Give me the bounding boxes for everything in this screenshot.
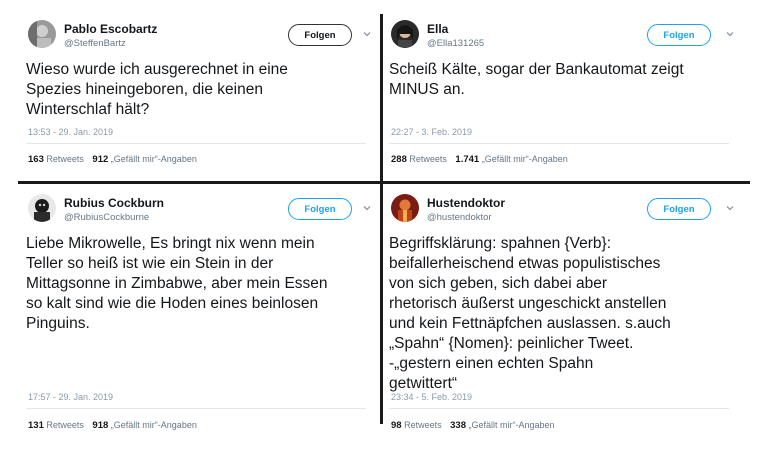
follow-button[interactable]: Folgen (647, 24, 711, 46)
chevron-down-icon[interactable] (362, 203, 372, 213)
user-handle[interactable]: @RubiusCockburne (64, 212, 164, 224)
display-name[interactable]: Pablo Escobartz (64, 22, 157, 36)
retweet-count[interactable]: 288 (391, 154, 407, 165)
retweet-label[interactable]: Retweets (46, 154, 84, 164)
display-name[interactable]: Ella (427, 22, 484, 36)
stats-divider (389, 408, 729, 409)
avatar[interactable] (391, 194, 419, 222)
tweet-header: Pablo Escobartz @SteffenBartz Folgen (26, 12, 376, 52)
tweet-stats: 288 Retweets 1.741 „Gefällt mir“-Angaben (391, 154, 568, 165)
retweet-label[interactable]: Retweets (46, 420, 84, 430)
follow-button[interactable]: Folgen (647, 198, 711, 220)
retweet-label[interactable]: Retweets (409, 154, 447, 164)
chevron-down-icon[interactable] (362, 29, 372, 39)
follow-button[interactable]: Folgen (288, 198, 352, 220)
user-handle[interactable]: @Ella131265 (427, 38, 484, 50)
like-label[interactable]: „Gefällt mir“-Angaben (111, 420, 197, 430)
tweet-timestamp[interactable]: 23:34 - 5. Feb. 2019 (391, 392, 472, 402)
tweet-stats: 163 Retweets 912 „Gefällt mir“-Angaben (28, 154, 197, 165)
tweet-timestamp[interactable]: 22:27 - 3. Feb. 2019 (391, 127, 472, 137)
tweet-text: Liebe Mikrowelle, Es bringt nix wenn mei… (26, 235, 328, 332)
tweet-header: Hustendoktor @hustendoktor Folgen (389, 186, 739, 226)
like-count[interactable]: 918 (92, 420, 108, 431)
tweet-text: Wieso wurde ich ausgerechnet in eine Spe… (26, 61, 288, 118)
avatar[interactable] (28, 194, 56, 222)
vertical-divider (380, 14, 383, 424)
tweet-text: Begriffsklärung: spahnen {Verb}: beifall… (389, 235, 671, 392)
user-handle[interactable]: @hustendoktor (427, 212, 505, 224)
tweet-timestamp[interactable]: 13:53 - 29. Jan. 2019 (28, 127, 113, 137)
follow-button[interactable]: Folgen (288, 24, 352, 46)
tweet-stats: 98 Retweets 338 „Gefällt mir“-Angaben (391, 420, 555, 431)
like-count[interactable]: 1.741 (455, 154, 479, 165)
tweet-card: Hustendoktor @hustendoktor Folgen Begrif… (389, 186, 739, 431)
stats-divider (26, 408, 366, 409)
tweet-card: Ella @Ella131265 Folgen Scheiß Kälte, so… (389, 12, 739, 165)
retweet-count[interactable]: 163 (28, 154, 44, 165)
tweet-card: Rubius Cockburn @RubiusCockburne Folgen … (26, 186, 376, 431)
retweet-label[interactable]: Retweets (404, 420, 442, 430)
tweet-timestamp[interactable]: 17:57 - 29. Jan. 2019 (28, 392, 113, 402)
like-label[interactable]: „Gefällt mir“-Angaben (482, 154, 568, 164)
tweet-header: Ella @Ella131265 Folgen (389, 12, 739, 52)
like-count[interactable]: 338 (450, 420, 466, 431)
stats-divider (389, 143, 729, 144)
display-name[interactable]: Hustendoktor (427, 196, 505, 210)
user-handle[interactable]: @SteffenBartz (64, 38, 157, 50)
tweet-stats: 131 Retweets 918 „Gefällt mir“-Angaben (28, 420, 197, 431)
tweet-text: Scheiß Kälte, sogar der Bankautomat zeig… (389, 61, 684, 98)
retweet-count[interactable]: 98 (391, 420, 402, 431)
horizontal-divider (18, 181, 750, 184)
like-label[interactable]: „Gefällt mir“-Angaben (111, 154, 197, 164)
retweet-count[interactable]: 131 (28, 420, 44, 431)
tweet-card: Pablo Escobartz @SteffenBartz Folgen Wie… (26, 12, 376, 165)
like-count[interactable]: 912 (92, 154, 108, 165)
chevron-down-icon[interactable] (725, 29, 735, 39)
avatar[interactable] (391, 20, 419, 48)
stats-divider (26, 143, 366, 144)
like-label[interactable]: „Gefällt mir“-Angaben (469, 420, 555, 430)
chevron-down-icon[interactable] (725, 203, 735, 213)
avatar[interactable] (28, 20, 56, 48)
tweet-header: Rubius Cockburn @RubiusCockburne Folgen (26, 186, 376, 226)
display-name[interactable]: Rubius Cockburn (64, 196, 164, 210)
